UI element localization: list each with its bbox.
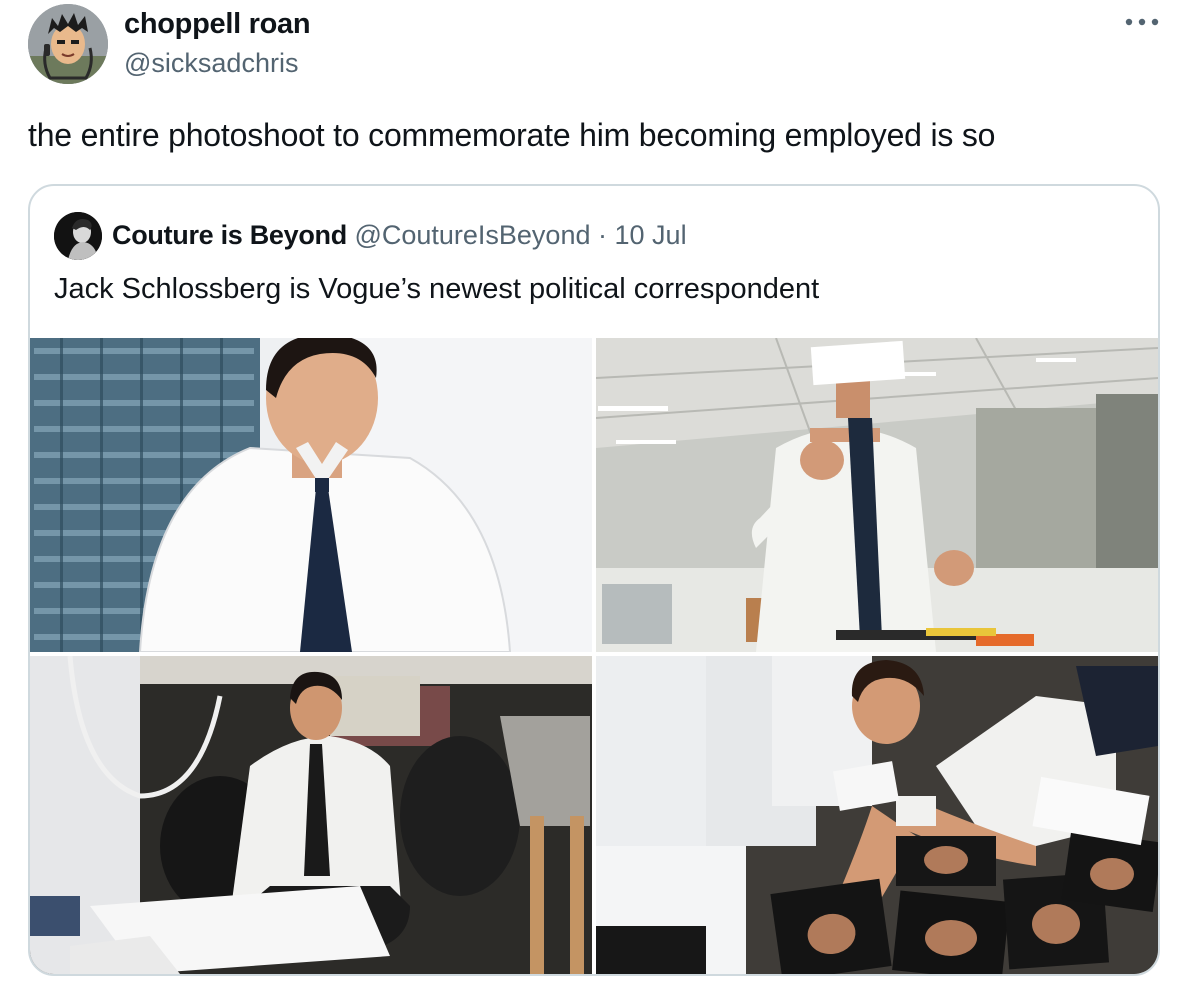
quoted-author-handle[interactable]: @CoutureIsBeyond [354, 220, 590, 250]
author-name[interactable]: choppell roan [124, 8, 311, 41]
more-options-icon [1125, 18, 1159, 26]
photo-2[interactable] [596, 338, 1158, 652]
quoted-author-name[interactable]: Couture is Beyond [112, 220, 347, 250]
cartoon-avatar-icon [28, 4, 108, 84]
quoted-tweet-date[interactable]: 10 Jul [615, 220, 687, 250]
quoted-tweet-card[interactable]: Couture is Beyond @CoutureIsBeyond · 10 … [28, 184, 1160, 976]
silhouette-avatar-icon [54, 212, 102, 260]
photo-2-image [596, 338, 1158, 652]
photo-grid [30, 338, 1158, 974]
photo-1-image [30, 338, 592, 652]
photo-1[interactable] [30, 338, 592, 652]
quoted-tweet-meta: Couture is Beyond @CoutureIsBeyond · 10 … [112, 218, 687, 252]
meta-separator: · [598, 220, 607, 250]
quoted-tweet-text: Jack Schlossberg is Vogue’s newest polit… [54, 273, 820, 305]
photo-3[interactable] [30, 656, 592, 974]
author-avatar[interactable] [28, 4, 108, 84]
tweet: choppell roan @sicksadchris the entire p… [0, 0, 1190, 1000]
photo-4[interactable] [596, 656, 1158, 974]
photo-4-image [596, 656, 1158, 974]
photo-3-image [30, 656, 592, 974]
author-handle[interactable]: @sicksadchris [124, 48, 298, 79]
more-options-button[interactable] [1122, 10, 1162, 34]
tweet-text: the entire photoshoot to commemorate him… [28, 117, 996, 153]
quoted-author-avatar[interactable] [54, 212, 102, 260]
